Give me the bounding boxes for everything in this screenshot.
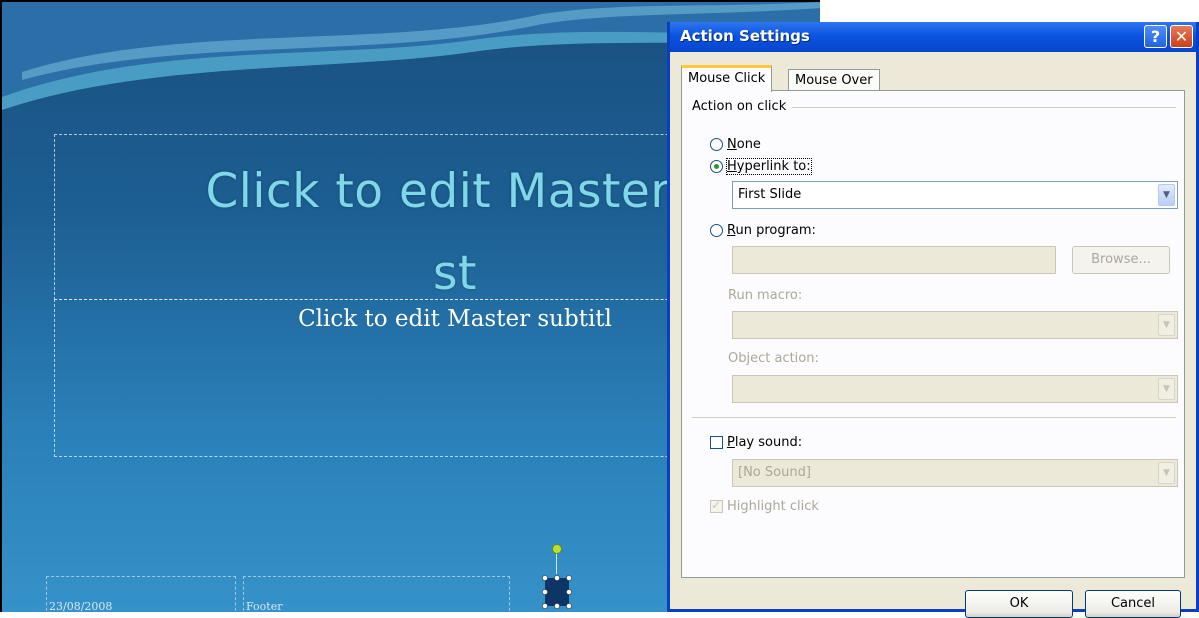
help-icon: ? xyxy=(1150,27,1161,46)
play-sound-label: Play sound: xyxy=(727,434,803,450)
radio-hyperlink-circle[interactable] xyxy=(710,159,723,173)
highlight-click-label: Highlight click xyxy=(727,498,819,514)
chevron-down-icon: ▼ xyxy=(1158,378,1175,400)
dialog-title: Action Settings xyxy=(680,27,810,45)
dialog-client-area: Mouse Click Mouse Over Action on click N… xyxy=(670,52,1196,618)
run-program-input[interactable] xyxy=(732,246,1056,274)
object-action-select[interactable]: ▼ xyxy=(732,375,1178,403)
dialog-titlebar[interactable]: Action Settings ? ✕ xyxy=(670,22,1196,52)
run-macro-label: Run macro: xyxy=(728,288,803,303)
footer-placeholder[interactable]: Footer xyxy=(243,576,510,612)
play-sound-checkbox-row[interactable]: Play sound: xyxy=(710,433,802,451)
section-divider xyxy=(692,417,1176,418)
hyperlink-select-value: First Slide xyxy=(738,187,802,202)
radio-run-program-label: Run program: xyxy=(727,222,816,238)
play-sound-checkbox[interactable] xyxy=(710,435,723,449)
highlight-click-checkbox-row[interactable]: Highlight click xyxy=(710,497,819,515)
sound-select-value: [No Sound] xyxy=(738,465,811,480)
action-settings-dialog: Action Settings ? ✕ Mouse Click Mouse Ov… xyxy=(667,22,1199,618)
chevron-down-icon: ▼ xyxy=(1158,462,1175,484)
slide-title-line1: Click to edit Master t xyxy=(205,164,705,219)
radio-run-program-circle[interactable] xyxy=(710,223,723,237)
tab-mouse-click[interactable]: Mouse Click xyxy=(681,65,773,92)
hyperlink-select[interactable]: First Slide ▼ xyxy=(732,181,1178,209)
rotation-handle[interactable] xyxy=(552,544,562,554)
help-button[interactable]: ? xyxy=(1144,25,1167,48)
date-text: 23/08/2008 xyxy=(49,600,113,612)
tab-mouse-over[interactable]: Mouse Over xyxy=(788,69,880,91)
radio-none-circle[interactable] xyxy=(710,137,723,151)
date-placeholder[interactable]: 23/08/2008 xyxy=(46,576,236,612)
radio-hyperlink-label: Hyperlink to: xyxy=(726,157,812,175)
selected-action-button-shape[interactable] xyxy=(542,575,572,609)
sound-select[interactable]: [No Sound] ▼ xyxy=(732,459,1178,487)
footer-text: Footer xyxy=(246,600,283,612)
action-on-click-group-label: Action on click xyxy=(692,99,791,114)
close-icon: ✕ xyxy=(1174,27,1189,46)
cancel-button[interactable]: Cancel xyxy=(1085,590,1181,618)
run-macro-select[interactable]: ▼ xyxy=(732,311,1178,339)
radio-none-label: None xyxy=(727,136,761,152)
chevron-down-icon: ▼ xyxy=(1158,314,1175,336)
group-divider xyxy=(792,107,1176,108)
browse-button[interactable]: Browse... xyxy=(1072,246,1170,274)
highlight-click-checkbox[interactable] xyxy=(710,498,723,513)
radio-none[interactable]: None xyxy=(710,135,761,153)
radio-hyperlink[interactable]: Hyperlink to: xyxy=(710,157,812,175)
chevron-down-icon[interactable]: ▼ xyxy=(1158,184,1175,206)
object-action-label: Object action: xyxy=(728,351,819,366)
radio-run-program[interactable]: Run program: xyxy=(710,221,816,239)
close-button[interactable]: ✕ xyxy=(1170,25,1193,48)
ok-button[interactable]: OK xyxy=(965,590,1073,618)
slide-title-line2: st xyxy=(433,246,477,301)
rotation-handle-stem xyxy=(556,552,557,574)
mouse-click-panel: Action on click None Hyperlink to: First… xyxy=(681,90,1185,578)
